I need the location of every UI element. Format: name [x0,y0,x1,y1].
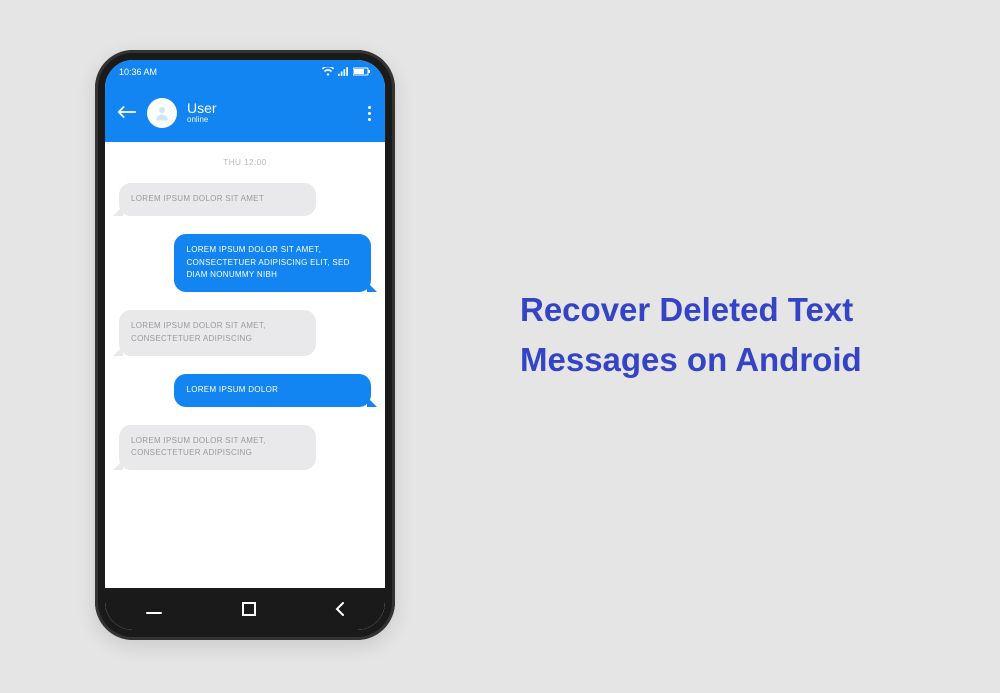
android-nav-bar [105,588,385,630]
kebab-menu-icon[interactable] [368,106,371,121]
phone-frame: 10:36 AM [95,50,395,640]
phone-mockup: 10:36 AM [95,50,395,640]
message-bubble-in[interactable]: LOREM IPSUM DOLOR SIT AMET, CONSECTETUER… [119,310,316,356]
nav-home-icon[interactable] [242,602,256,616]
status-time: 10:36 AM [119,67,157,77]
status-bar: 10:36 AM [105,60,385,84]
chat-header: User online [105,84,385,142]
chat-body: THU 12:00 LOREM IPSUM DOLOR SIT AMET LOR… [105,142,385,588]
nav-recent-icon[interactable] [145,603,163,615]
nav-back-icon[interactable] [335,602,345,616]
message-bubble-out[interactable]: LOREM IPSUM DOLOR SIT AMET, CONSECTETUER… [174,234,371,292]
date-separator: THU 12:00 [119,158,371,167]
avatar[interactable] [147,98,177,128]
signal-icon [338,67,349,78]
message-bubble-out[interactable]: LOREM IPSUM DOLOR [174,374,371,407]
wifi-icon [322,67,334,78]
user-status: online [187,116,217,125]
status-icons [322,67,371,78]
battery-icon [353,67,371,78]
user-info: User online [187,101,217,125]
back-arrow-icon[interactable] [117,103,137,124]
page-container: 10:36 AM [0,0,1000,693]
user-name: User [187,101,217,116]
message-bubble-in[interactable]: LOREM IPSUM DOLOR SIT AMET, CONSECTETUER… [119,425,316,471]
message-bubble-in[interactable]: LOREM IPSUM DOLOR SIT AMET [119,183,316,216]
phone-screen: 10:36 AM [105,60,385,630]
page-headline: Recover Deleted Text Messages on Android [520,285,950,384]
